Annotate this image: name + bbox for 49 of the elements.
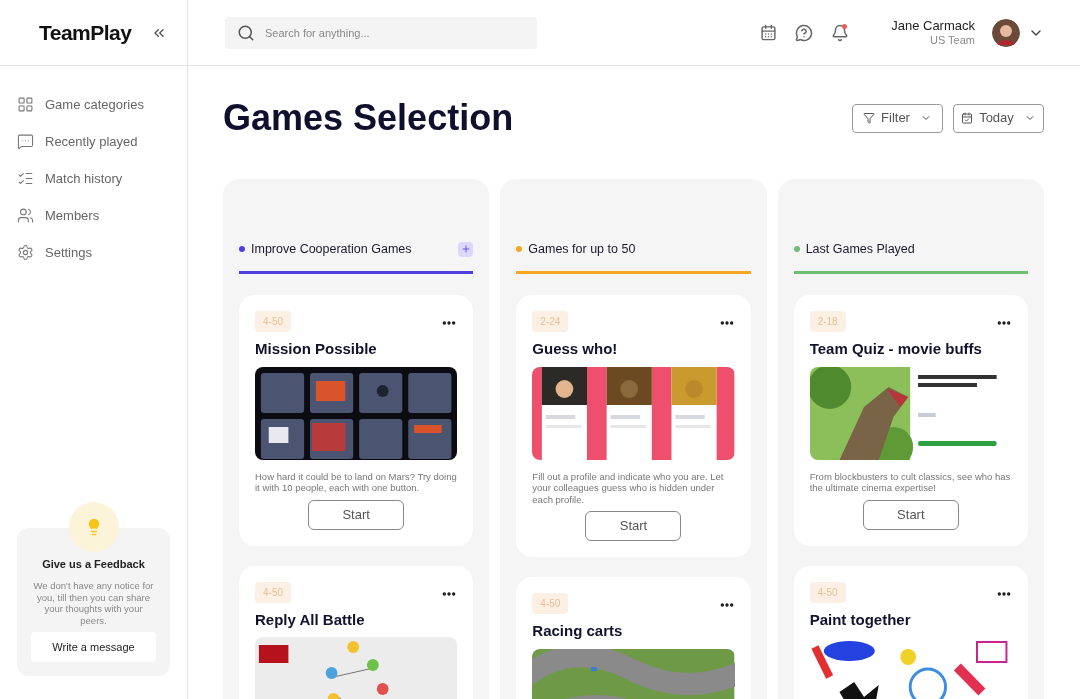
feedback-title: Give us a Feedback <box>42 556 145 572</box>
calendar-icon[interactable] <box>760 24 778 41</box>
user-team: US Team <box>929 33 975 48</box>
plus-icon <box>460 244 471 254</box>
game-title: Racing carts <box>532 621 624 641</box>
column-title: Games for up to 50 <box>528 240 636 258</box>
nav-item[interactable]: Settings <box>17 234 170 271</box>
app-logo: TeamPlay <box>39 19 132 46</box>
write-message-button[interactable]: Write a message <box>31 632 156 662</box>
start-button[interactable]: Start <box>308 499 405 530</box>
column-title: Last Games Played <box>805 240 915 258</box>
page-title: Games Selection <box>223 96 514 140</box>
nav-item[interactable]: Match history <box>17 160 170 197</box>
game-title: Paint together <box>809 609 912 630</box>
feedback-text: We don't have any notice for you, till then you can share your thoughts with your peers. <box>32 580 155 626</box>
player-count-tag: 4-50 <box>809 581 846 603</box>
game-title: Team Quiz - movie buffs <box>809 339 983 359</box>
game-title: Mission Possible <box>255 339 378 359</box>
users-icon <box>17 207 34 224</box>
calendar-icon <box>961 112 974 124</box>
column-title: Improve Cooperation Games <box>251 240 412 258</box>
avatar[interactable] <box>992 18 1020 47</box>
grid-icon <box>17 96 34 113</box>
player-count-tag: 4-50 <box>255 581 291 603</box>
search-field[interactable]: Search for anything... <box>225 16 537 49</box>
filter-dropdown[interactable]: Filter <box>852 103 943 133</box>
checklist-icon <box>17 170 34 187</box>
search-icon <box>237 23 255 42</box>
nav-item[interactable]: Game categories <box>17 86 170 123</box>
player-count-tag: 2-24 <box>532 311 569 332</box>
player-count-tag: 2-18 <box>809 311 846 332</box>
user-name: Jane Carmack <box>891 17 975 34</box>
game-description: Fill out a profile and indicate who you are. Let your colleagues guess who is hidden under each profile. <box>532 470 725 505</box>
player-count-tag: 4-50 <box>532 593 569 614</box>
help-icon[interactable] <box>795 23 814 42</box>
game-description: From blockbusters to cult classics, see who has the ultimate cinema expertise! <box>809 470 1012 494</box>
date-dropdown[interactable]: Today <box>953 103 1044 133</box>
notification-icon[interactable] <box>831 23 850 42</box>
filter-icon <box>863 112 876 124</box>
game-title: Reply All Battle <box>255 609 366 630</box>
nav-item[interactable]: Members <box>17 197 170 234</box>
chat-icon <box>17 133 34 150</box>
start-button[interactable]: Start <box>585 511 682 541</box>
player-count-tag: 4-50 <box>255 311 291 332</box>
start-button[interactable]: Start <box>862 499 959 530</box>
nav-item[interactable]: Recently played <box>17 123 170 160</box>
game-title: Guess who! <box>532 339 619 359</box>
settings-icon <box>17 244 34 261</box>
game-description: How hard it could be to land on Mars? Try doing it with 10 people, each with one button. <box>255 470 458 494</box>
